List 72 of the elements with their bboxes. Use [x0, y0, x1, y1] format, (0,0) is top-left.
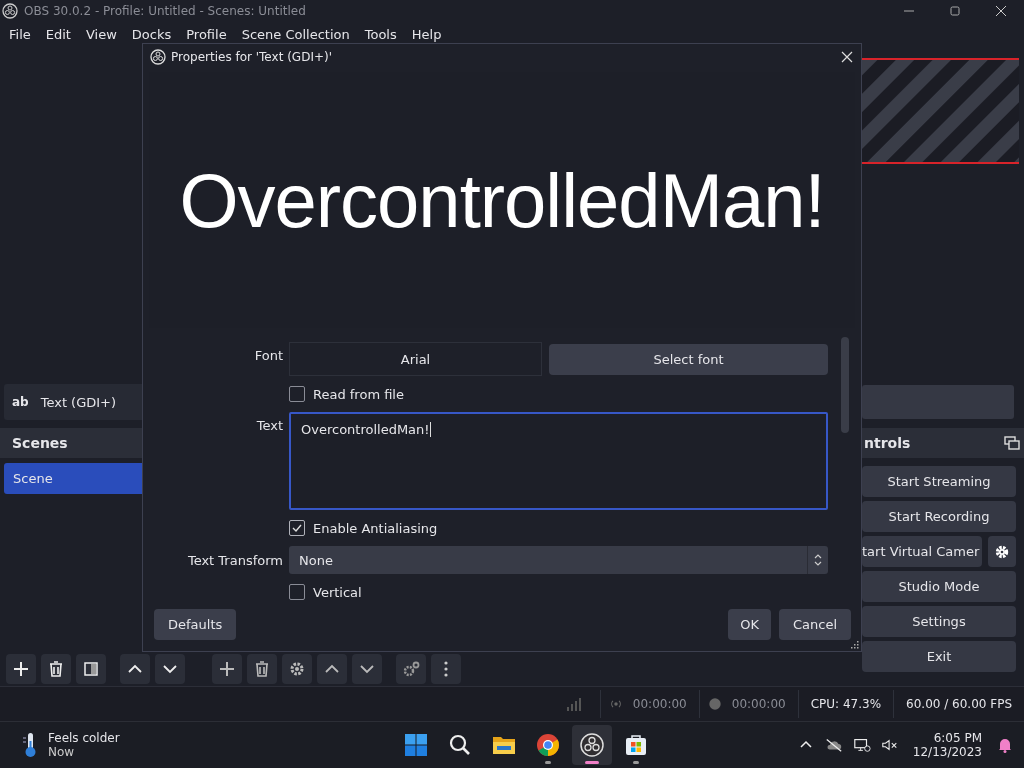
menu-item[interactable]: View [85, 26, 117, 42]
field-label: Text [255, 417, 283, 435]
control-button[interactable]: Start Streaming [862, 466, 1016, 497]
speaker-muted-icon[interactable] [880, 737, 899, 753]
close-icon[interactable] [841, 51, 853, 63]
menu-item[interactable]: Scene Collection [241, 26, 350, 42]
vertical-checkbox[interactable]: Vertical [289, 582, 828, 602]
menu-item[interactable]: Docks [131, 26, 172, 42]
defaults-button[interactable]: Defaults [154, 609, 237, 640]
clock-time[interactable]: 6:05 PM [933, 731, 982, 745]
store-icon[interactable] [624, 733, 648, 757]
stream-time: 00:00:00 [631, 697, 688, 711]
gear-icon[interactable] [994, 543, 1011, 560]
app-logo-icon [150, 49, 166, 65]
menu-item[interactable]: Edit [45, 26, 71, 42]
clock-date[interactable]: 12/13/2023 [912, 745, 982, 759]
undock-icon[interactable] [1004, 436, 1020, 450]
ok-button[interactable]: OK [728, 609, 771, 640]
cancel-button[interactable]: Cancel [778, 609, 851, 640]
field-label: Text Transform [186, 552, 283, 570]
control-button[interactable]: Settings [862, 606, 1016, 637]
dock-title: ntrols [863, 435, 911, 451]
weather-time[interactable]: Now [48, 745, 120, 759]
source-type-icon: ab [12, 395, 29, 409]
windows-logo-icon[interactable] [404, 733, 428, 757]
taskbar-app[interactable] [572, 725, 612, 765]
up-down-arrows-icon[interactable] [813, 552, 823, 568]
check-icon[interactable] [291, 522, 303, 534]
control-button[interactable]: Exit [862, 641, 1016, 672]
font-name-field: Arial [289, 342, 542, 376]
app-logo-icon[interactable] [580, 733, 604, 757]
preview-text: OvercontrolledMan! [179, 156, 825, 244]
close-icon[interactable] [995, 5, 1007, 17]
add-icon[interactable] [6, 654, 36, 684]
source-name: Text (GDI+) [40, 394, 117, 410]
read-from-file-checkbox[interactable]: Read from file [289, 384, 828, 404]
search-icon[interactable] [448, 733, 472, 757]
menu-item[interactable]: Help [411, 26, 442, 42]
fps-reading: 60.00 / 60.00 FPS [905, 697, 1013, 711]
weather-text[interactable]: Feels colder [48, 731, 120, 745]
dock-title: Scenes [11, 435, 68, 451]
browser-icon[interactable] [536, 733, 560, 757]
app-logo-icon [2, 3, 18, 19]
text-input-field[interactable]: OvercontrolledMan! [289, 412, 828, 510]
settings-button[interactable] [988, 536, 1016, 567]
trash-icon[interactable] [41, 654, 71, 684]
record-icon [707, 697, 722, 711]
menu-item[interactable]: File [9, 26, 31, 42]
resize-grip-icon[interactable] [851, 641, 859, 649]
maximize-icon[interactable] [949, 5, 961, 17]
control-button[interactable]: Start Recording [862, 501, 1016, 532]
add-icon[interactable] [212, 654, 242, 684]
settings-icon[interactable] [282, 654, 312, 684]
trash-icon[interactable] [247, 654, 277, 684]
gears-icon[interactable] [396, 654, 426, 684]
antialiasing-checkbox[interactable]: Enable Antialiasing [289, 518, 828, 538]
field-label: Font [253, 347, 283, 365]
filter-icon[interactable] [76, 654, 106, 684]
menu-item[interactable]: Tools [364, 26, 397, 42]
cpu-usage: CPU: 47.3% [809, 697, 883, 711]
more-icon[interactable] [431, 654, 461, 684]
record-time: 00:00:00 [730, 697, 787, 711]
text-transform-select[interactable]: None [289, 546, 828, 574]
signal-icon [565, 696, 582, 712]
control-button[interactable]: Studio Mode [862, 571, 1016, 602]
control-button[interactable]: tart Virtual Camer [862, 536, 983, 567]
network-icon[interactable] [852, 737, 871, 753]
window-title: OBS 30.0.2 - Profile: Untitled - Scenes: Untitled [24, 4, 306, 18]
dialog-title: Properties for 'Text (GDI+)' [171, 50, 332, 64]
menu-item[interactable]: Profile [186, 26, 227, 42]
select-font-button[interactable]: Select font [549, 344, 828, 375]
cloud-off-icon[interactable] [824, 737, 843, 753]
